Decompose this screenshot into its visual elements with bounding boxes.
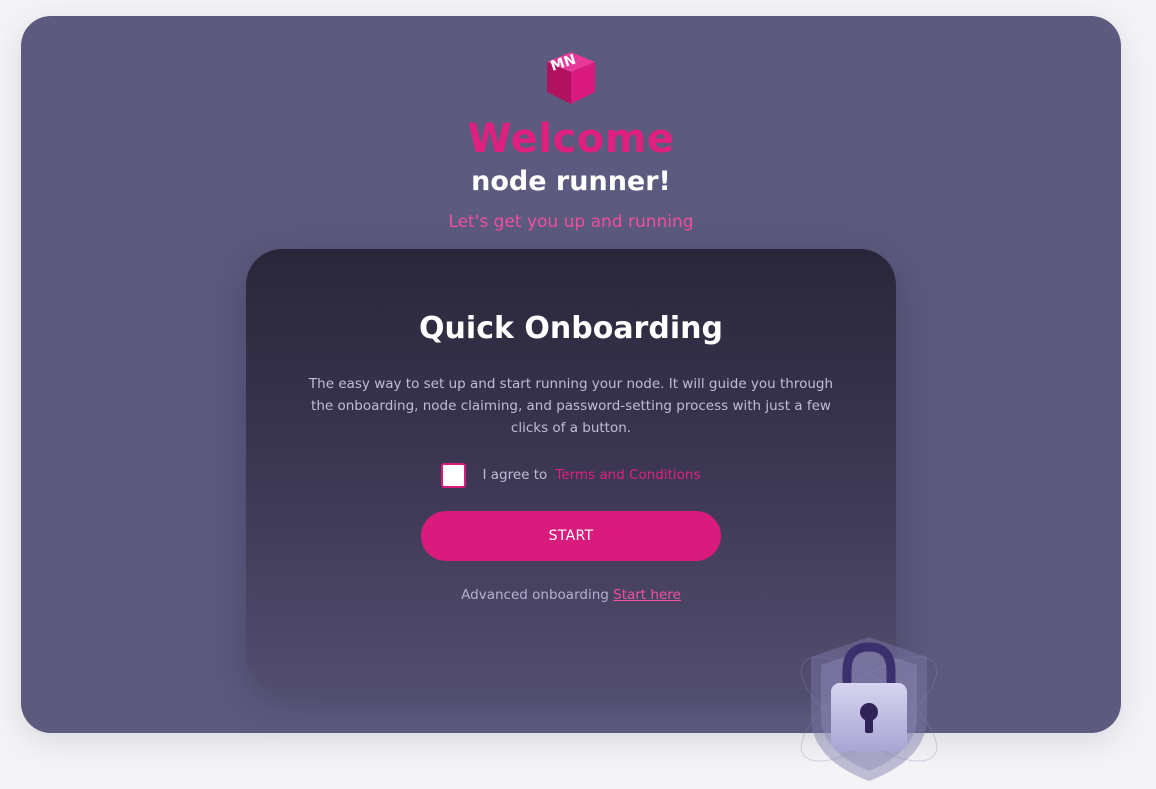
terms-checkbox[interactable]	[441, 462, 467, 488]
card-description: The easy way to set up and start running…	[308, 376, 834, 436]
advanced-start-link[interactable]: Start here	[613, 587, 681, 603]
subtitle-heading: node runner!	[471, 166, 671, 197]
onboarding-container: MN Welcome node runner! Let's get you up…	[21, 16, 1121, 781]
terms-agreement-row: I agree to Terms and Conditions	[246, 462, 896, 488]
start-button[interactable]: START	[421, 511, 721, 561]
advanced-onboarding: Advanced onboarding Start here	[246, 587, 896, 603]
agree-label: I agree to	[482, 467, 548, 483]
advanced-label: Advanced onboarding	[461, 587, 609, 603]
lock-shield-icon	[800, 637, 938, 781]
card-title: Quick Onboarding	[419, 311, 723, 346]
mn-cube-logo: MN	[547, 52, 595, 104]
tagline: Let's get you up and running	[448, 212, 694, 232]
terms-link[interactable]: Terms and Conditions	[555, 467, 700, 483]
welcome-heading: Welcome	[467, 116, 675, 162]
